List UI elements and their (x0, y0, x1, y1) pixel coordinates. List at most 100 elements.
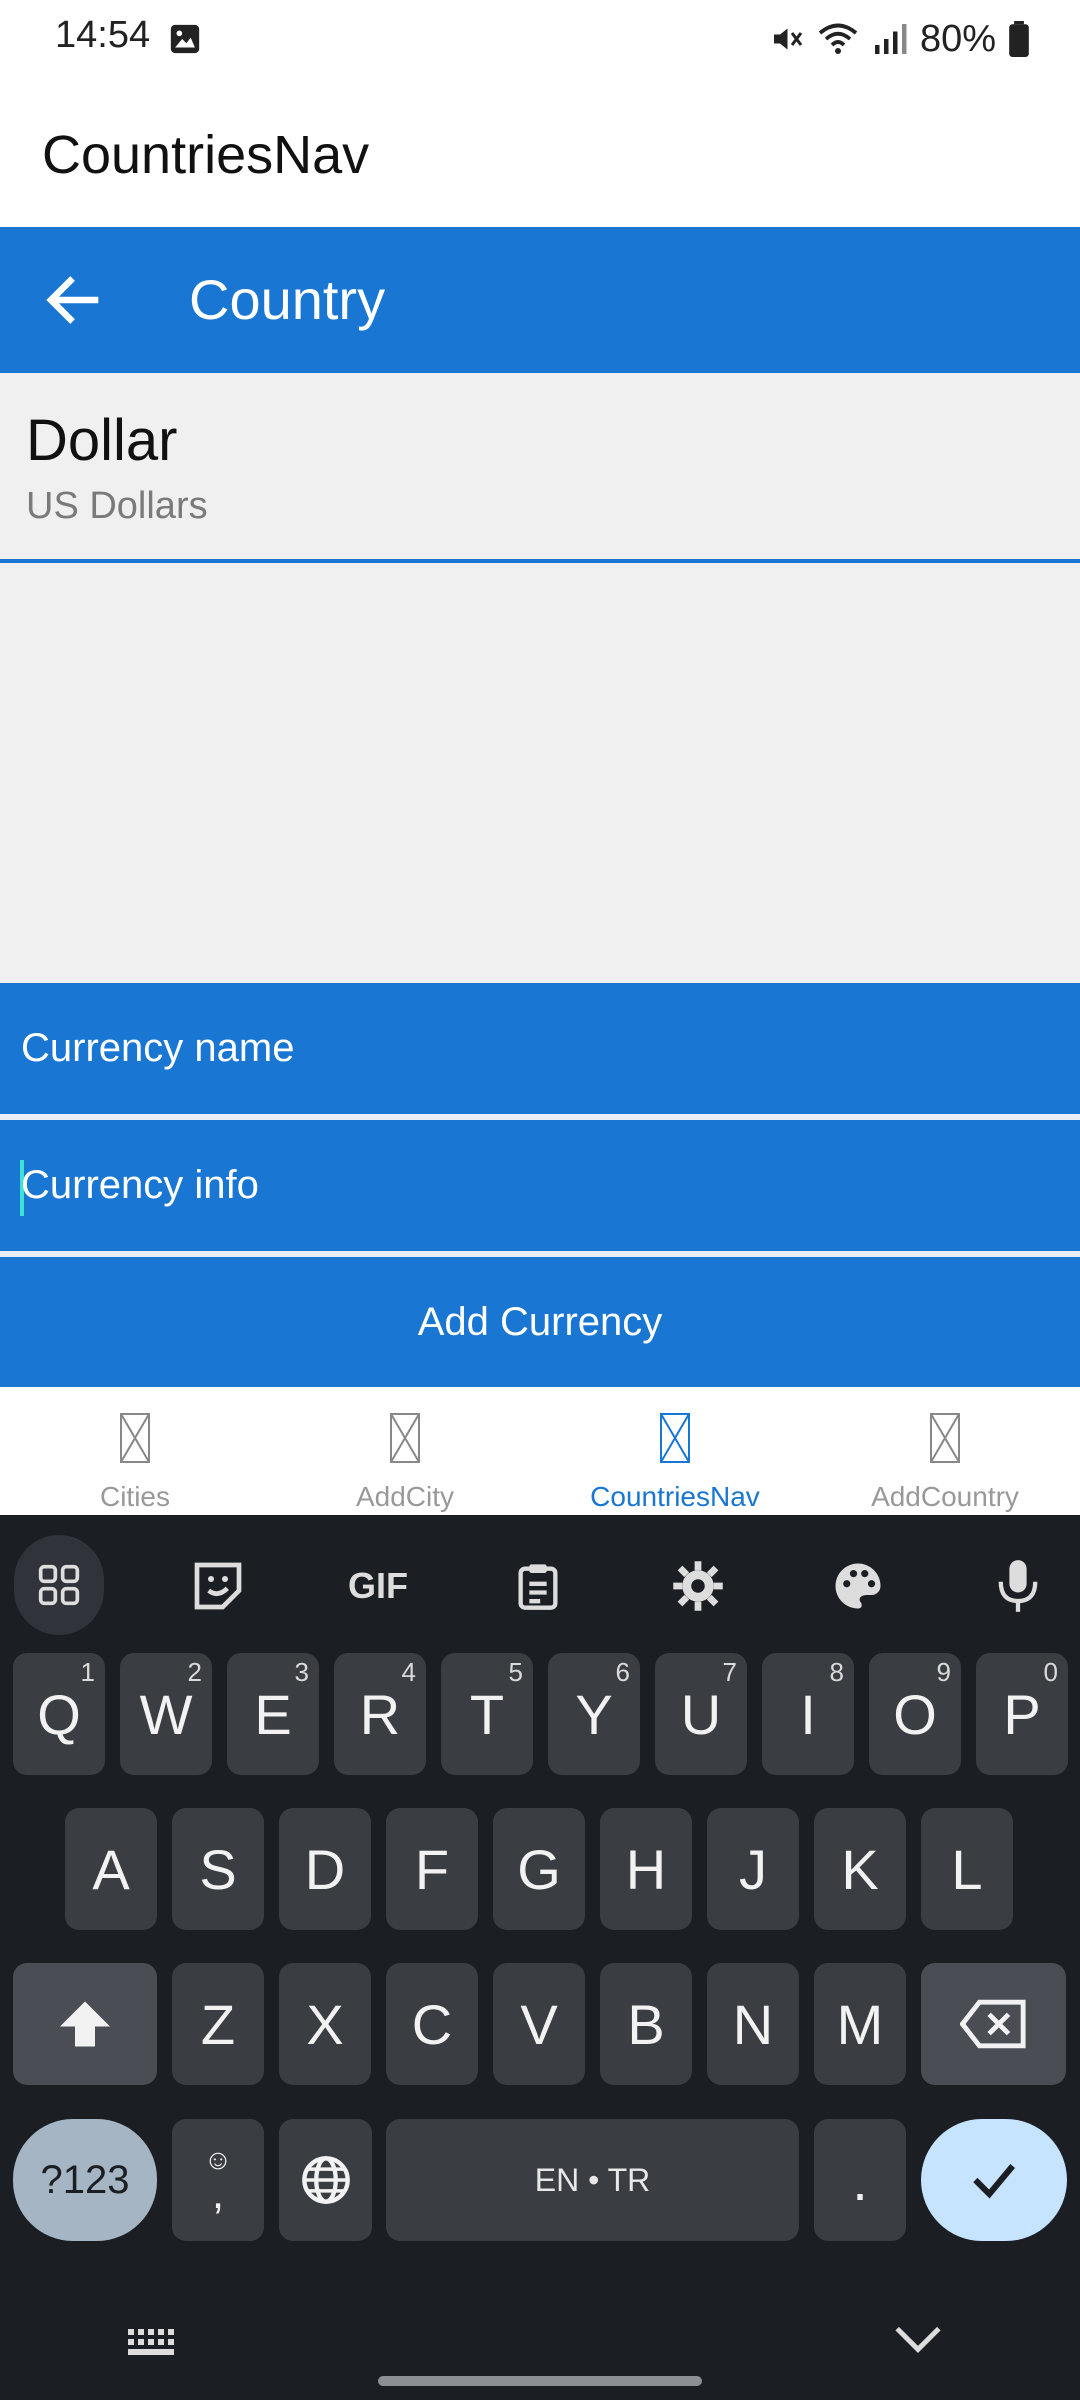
key-z[interactable]: Z (172, 1963, 264, 2085)
key-y[interactable]: Y6 (548, 1653, 640, 1775)
key-label: I (800, 1682, 816, 1746)
key-w[interactable]: W2 (120, 1653, 212, 1775)
list-item[interactable]: Dollar US Dollars (0, 373, 1080, 563)
tab-label: CountriesNav (590, 1481, 760, 1512)
battery-icon (1009, 21, 1029, 57)
key-label: M (836, 1992, 884, 2056)
chevron-down-icon (895, 2326, 941, 2353)
key-t[interactable]: T5 (441, 1653, 533, 1775)
key-l[interactable]: L (921, 1808, 1013, 1930)
key-label: U (680, 1682, 722, 1746)
placeholder-icon (660, 1413, 690, 1463)
comma-key[interactable]: ☺ , (172, 2119, 264, 2241)
space-label: EN • TR (534, 2161, 651, 2198)
tab-label: Cities (99, 1481, 170, 1512)
key-hint: 0 (1043, 1657, 1058, 1687)
key-label: P (1003, 1682, 1041, 1746)
mute-icon (773, 28, 803, 50)
palette-icon (835, 1563, 881, 1609)
key-m[interactable]: M (814, 1963, 906, 2085)
key-k[interactable]: K (814, 1808, 906, 1930)
key-hint: 3 (294, 1657, 309, 1687)
gif-button[interactable]: GIF (333, 1541, 423, 1631)
clipboard-button[interactable] (493, 1541, 583, 1631)
key-p[interactable]: P0 (976, 1653, 1068, 1775)
soft-keyboard: G I F ?123 ☺ , EN • TR . Q 1 W 2 E 3 R 4 T… (0, 1515, 1080, 2400)
apps-grid-button[interactable] (14, 1535, 104, 1635)
key-label: N (732, 1992, 774, 2056)
tab-label: AddCountry (871, 1481, 1019, 1512)
key-label: K (841, 1837, 879, 1901)
key-label: F (414, 1837, 450, 1901)
list-item-title: Dollar (26, 408, 178, 473)
key-g[interactable]: G (493, 1808, 585, 1930)
key-hint: 4 (401, 1657, 416, 1687)
key-label: W (139, 1682, 193, 1746)
key-s[interactable]: S (172, 1808, 264, 1930)
space-key[interactable]: EN • TR (386, 2119, 799, 2241)
key-n[interactable]: N (707, 1963, 799, 2085)
back-arrow-icon[interactable] (40, 267, 106, 333)
symbols-key[interactable]: ?123 (13, 2119, 157, 2241)
tab-countriesnav[interactable]: CountriesNav (540, 1387, 810, 1515)
placeholder-icon (930, 1413, 960, 1463)
key-x[interactable]: X (279, 1963, 371, 2085)
key-i[interactable]: I8 (762, 1653, 854, 1775)
theme-button[interactable] (813, 1541, 903, 1631)
status-bar: 14:54 80% (0, 0, 1080, 80)
key-label: E (254, 1682, 292, 1746)
key-label: B (627, 1992, 665, 2056)
key-hint: 9 (936, 1657, 951, 1687)
key-f[interactable]: F (386, 1808, 478, 1930)
keyboard-switch-button[interactable] (128, 2329, 180, 2364)
hide-keyboard-button[interactable] (893, 2321, 943, 2362)
key-e[interactable]: E3 (227, 1653, 319, 1775)
currency-info-input[interactable] (21, 1120, 1061, 1251)
backspace-icon (959, 1999, 1026, 2049)
key-o[interactable]: O9 (869, 1653, 961, 1775)
currency-name-field (0, 983, 1080, 1114)
key-hint: 7 (722, 1657, 737, 1687)
key-j[interactable]: J (707, 1808, 799, 1930)
wifi-icon (818, 23, 858, 54)
gear-icon (673, 1561, 723, 1611)
gif-icon: GIF (348, 1565, 408, 1606)
shift-key[interactable] (13, 1963, 157, 2085)
enter-key[interactable] (921, 2119, 1067, 2241)
key-hint: 2 (187, 1657, 202, 1687)
tab-addcountry[interactable]: AddCountry (810, 1387, 1080, 1515)
key-d[interactable]: D (279, 1808, 371, 1930)
keyboard-icon (128, 2329, 174, 2355)
key-r[interactable]: R4 (334, 1653, 426, 1775)
tab-cities[interactable]: Cities (0, 1387, 270, 1515)
sticker-button[interactable] (173, 1541, 263, 1631)
key-label: V (520, 1992, 558, 2056)
key-v[interactable]: V (493, 1963, 585, 2085)
key-label: Z (200, 1992, 236, 2056)
key-a[interactable]: A (65, 1808, 157, 1930)
language-key[interactable] (279, 2119, 372, 2241)
key-u[interactable]: U7 (655, 1653, 747, 1775)
key-label: R (359, 1682, 401, 1746)
add-currency-button[interactable]: Add Currency (0, 1257, 1080, 1387)
status-icons: 80% (768, 14, 1030, 64)
signal-icon (874, 24, 907, 54)
key-q[interactable]: Q1 (13, 1653, 105, 1775)
tab-addcity[interactable]: AddCity (270, 1387, 540, 1515)
key-c[interactable]: C (386, 1963, 478, 2085)
key-b[interactable]: B (600, 1963, 692, 2085)
key-label: O (893, 1682, 937, 1746)
backspace-key[interactable] (921, 1963, 1066, 2085)
bottom-tab-bar: Cities AddCity CountriesNav AddCountry (0, 1387, 1080, 1515)
key-label: L (951, 1837, 983, 1901)
clipboard-icon (518, 1564, 558, 1610)
key-hint: 5 (508, 1657, 523, 1687)
check-icon (973, 2164, 1015, 2199)
key-h[interactable]: H (600, 1808, 692, 1930)
settings-button[interactable] (653, 1541, 743, 1631)
period-key[interactable]: . (814, 2119, 906, 2241)
currency-name-input[interactable] (21, 983, 1061, 1114)
home-indicator[interactable] (378, 2376, 702, 2386)
voice-button[interactable] (973, 1541, 1063, 1631)
key-label: J (739, 1837, 767, 1901)
